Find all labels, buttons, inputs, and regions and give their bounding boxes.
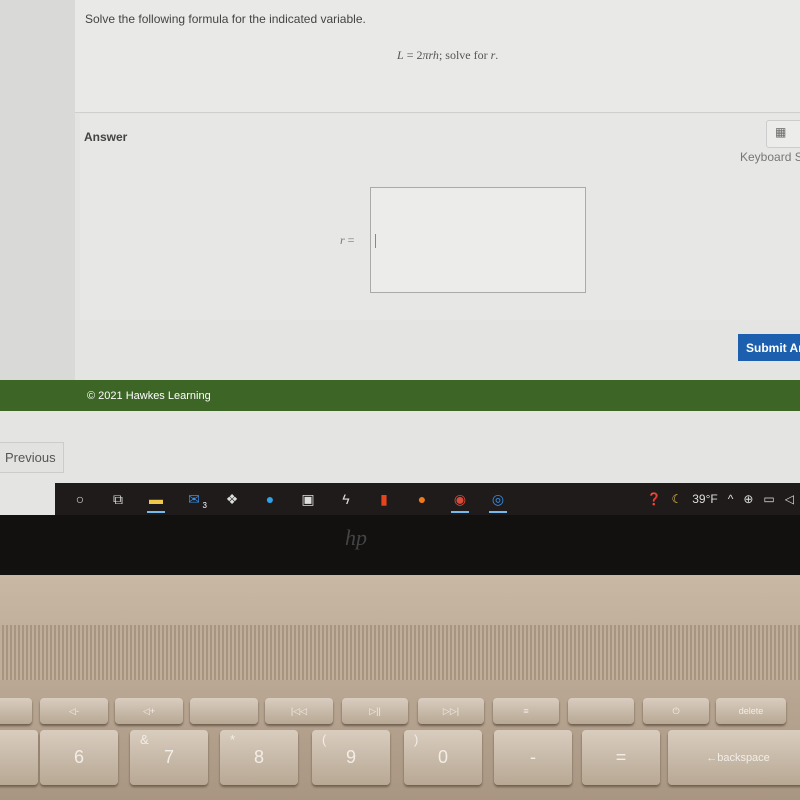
battery-icon[interactable]: ▭ <box>763 492 774 506</box>
key-f4[interactable] <box>190 698 258 724</box>
key-6[interactable]: 6 <box>40 730 118 785</box>
answer-input[interactable] <box>370 187 586 293</box>
key-f3[interactable]: ◁+ <box>115 698 183 724</box>
key-label: 9 <box>345 747 356 767</box>
key-f5[interactable]: |◁◁ <box>265 698 333 724</box>
mail-badge: 3 <box>202 501 207 510</box>
keyboard-shortcuts-link[interactable]: Keyboard S <box>740 150 800 164</box>
store-icon[interactable]: ▣ <box>291 485 325 513</box>
footer: © 2021 Hawkes Learning <box>0 380 800 411</box>
speaker-grille <box>0 625 800 680</box>
key-f7[interactable]: ▷▷| <box>418 698 484 724</box>
key-backspace[interactable]: ← backspace <box>668 730 800 785</box>
key-0[interactable]: ) 0 <box>404 730 482 785</box>
question-instruction: Solve the following formula for the indi… <box>85 12 366 26</box>
formula-tail: ; solve for <box>438 48 491 62</box>
key-delete[interactable]: delete <box>716 698 786 724</box>
system-tray: ❓ ☾ 39°F ^ ⊕ ▭ ◁ <box>647 492 800 506</box>
chevron-up-icon[interactable]: ^ <box>728 492 734 506</box>
key-7[interactable]: & 7 <box>130 730 208 785</box>
key-f10[interactable]: ⏻ <box>643 698 709 724</box>
key-shift-label: ) <box>414 732 419 747</box>
key-f2[interactable]: ◁- <box>40 698 108 724</box>
help-icon[interactable]: ❓ <box>647 492 662 506</box>
network-icon[interactable]: ⊕ <box>743 492 753 506</box>
key-9[interactable]: (9 <box>312 730 390 785</box>
answer-variable-label: r = <box>340 233 354 248</box>
dropbox-icon[interactable]: ❖ <box>215 485 249 513</box>
laptop-bezel <box>0 515 800 575</box>
volume-icon[interactable]: ◁ <box>785 492 794 506</box>
key-shift-label: & <box>140 732 149 747</box>
mail-icon[interactable]: ✉ 3 <box>177 485 211 513</box>
equals: = <box>344 233 355 247</box>
formula-lhs: L <box>397 48 404 62</box>
key-minus[interactable]: - <box>494 730 572 785</box>
bolt-icon[interactable]: ϟ <box>329 485 363 513</box>
hp-logo: hp <box>345 525 367 550</box>
key-8[interactable]: * 8 <box>220 730 298 785</box>
taskbar: ○ ⧉ ▬ ✉ 3 ❖ ● ▣ ϟ ▮ ● ◉ ◎ ❓ ☾ 39°F ^ ⊕ ▭ … <box>55 483 800 515</box>
key-f8[interactable]: ≡ <box>493 698 559 724</box>
weather-temp[interactable]: 39°F <box>692 492 717 506</box>
search-icon[interactable]: ○ <box>63 485 97 513</box>
key-label: 0 <box>437 747 448 767</box>
key-f9[interactable] <box>568 698 634 724</box>
text-caret <box>375 234 376 248</box>
question-panel: Solve the following formula for the indi… <box>75 0 800 113</box>
formula-vars: πrh <box>422 48 439 62</box>
key-equals[interactable]: = <box>582 730 660 785</box>
formula-end: . <box>495 48 499 62</box>
edge-icon[interactable]: ● <box>253 485 287 513</box>
submit-answer-button[interactable]: Submit An <box>738 334 800 361</box>
moon-icon: ☾ <box>671 492 683 506</box>
app-icon[interactable]: ◎ <box>481 485 515 513</box>
formula: L = 2πrh; solve for r. <box>397 48 498 63</box>
key-f6[interactable]: ▷|| <box>342 698 408 724</box>
key-label: 8 <box>253 747 264 767</box>
key-label: backspace <box>717 751 770 764</box>
previous-button[interactable]: Previous <box>0 442 64 473</box>
key-shift-label: * <box>230 732 236 747</box>
key-f1[interactable] <box>0 698 32 724</box>
screen: Solve the following formula for the indi… <box>0 0 800 515</box>
file-explorer-icon[interactable]: ▬ <box>139 485 173 513</box>
office-icon[interactable]: ▮ <box>367 485 401 513</box>
keyboard-button[interactable]: ▦ <box>766 120 800 148</box>
key-label: 7 <box>163 747 174 767</box>
chrome-icon[interactable]: ◉ <box>443 485 477 513</box>
left-margin <box>0 0 75 380</box>
key-label: 6 <box>73 747 84 767</box>
task-view-icon[interactable]: ⧉ <box>101 485 135 513</box>
formula-eq: = 2 <box>403 48 423 62</box>
key-5[interactable] <box>0 730 38 785</box>
answer-label: Answer <box>84 130 128 144</box>
firefox-icon[interactable]: ● <box>405 485 439 513</box>
key-shift-label: ( <box>322 732 327 747</box>
answer-panel: Answer ▦ Keyboard S r = <box>80 114 800 320</box>
